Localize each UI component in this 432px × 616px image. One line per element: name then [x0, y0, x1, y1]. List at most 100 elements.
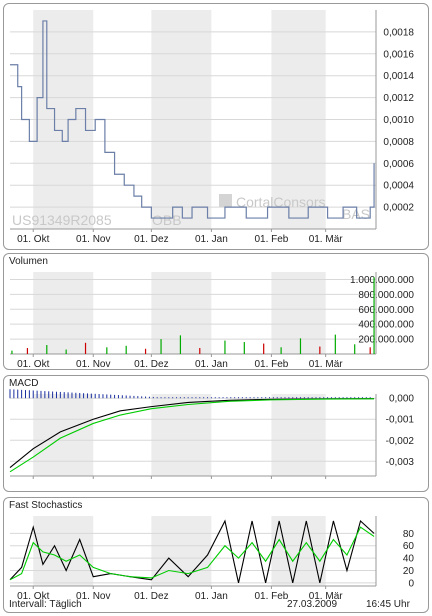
macd-histogram-bar [55, 391, 57, 399]
macd-histogram-bar [125, 395, 127, 399]
macd-histogram-bar [164, 397, 166, 399]
macd-histogram-bar [137, 396, 139, 399]
volume-x-tick-label: 01. Nov [76, 359, 110, 370]
volume-bar [11, 350, 13, 354]
price-y-tick-label: 0,0014 [383, 71, 414, 82]
price-y-tick-label: 0,0016 [383, 49, 414, 60]
macd-histogram-bar [210, 397, 212, 399]
macd-histogram-bar [207, 397, 209, 399]
macd-histogram-bar [71, 392, 73, 399]
macd-histogram-bar [145, 396, 147, 399]
macd-histogram-bar [350, 397, 352, 399]
volume-bar [369, 347, 371, 354]
macd-panel: MACD -0,003 -0,002 -0,001 0,000 [3, 375, 429, 492]
price-y-tick-label: 0,0010 [383, 115, 414, 126]
macd-chart: -0,003 -0,002 -0,001 0,000 [9, 389, 414, 479]
volume-month-shade [151, 272, 212, 354]
macd-histogram-bar [292, 397, 294, 399]
volume-chart: 200.000.000 400.000.000 600.000.000 800.000… [10, 272, 414, 370]
volume-panel: Volumen 200.000.000 400.000.000 600.000.00… [3, 253, 429, 370]
price-chart-panel: 0,0002 0,0004 0,0006 0,0008 0,0010 0,0012 0,00… [3, 3, 429, 250]
macd-histogram-bar [63, 392, 65, 399]
macd-histogram-bar [156, 397, 158, 399]
macd-histogram-bar [176, 397, 178, 399]
volume-bar [243, 342, 245, 354]
macd-histogram-bar [284, 397, 286, 399]
macd-histogram-bar [21, 389, 23, 399]
macd-histogram-bar [36, 390, 38, 399]
price-y-tick-label: 0,0008 [383, 137, 414, 148]
volume-x-tick-label: 01. Mär [309, 359, 344, 370]
price-x-tick-label: 01. Feb [254, 234, 288, 245]
macd-histogram-bar [48, 391, 50, 399]
volume-bar [125, 345, 127, 354]
macd-histogram-bar [90, 393, 92, 399]
macd-histogram-bar [98, 394, 100, 399]
macd-histogram-bar [172, 397, 174, 399]
macd-histogram-bar [94, 393, 96, 399]
macd-histogram-bar [195, 397, 197, 399]
macd-histogram-bar [296, 397, 298, 399]
macd-histogram-bar [265, 397, 267, 399]
volume-bar [160, 339, 162, 354]
macd-histogram-bar [114, 394, 116, 399]
macd-histogram-bar [230, 397, 232, 399]
volume-month-shade [271, 272, 326, 354]
macd-histogram-bar [330, 397, 332, 399]
price-y-tick-label: 0,0018 [383, 27, 414, 38]
macd-histogram-bar [191, 397, 193, 399]
macd-histogram-bar [245, 397, 247, 399]
volume-bar [299, 338, 302, 354]
macd-histogram-bar [268, 397, 270, 399]
watermark-logo-icon [219, 194, 232, 207]
macd-histogram-bar [86, 393, 88, 399]
macd-histogram-bar [75, 392, 77, 399]
macd-histogram-bar [315, 397, 317, 399]
watermark-brand-suffix: BAS [342, 206, 370, 222]
macd-histogram-bar [24, 390, 26, 399]
price-chart: 0,0002 0,0004 0,0006 0,0008 0,0010 0,0012 0,00… [10, 10, 414, 245]
macd-histogram-bar [272, 397, 274, 399]
stochastics-panel: Fast Stochastics 0 20 40 60 80 01. Okt 01. Nov… [3, 497, 429, 613]
price-y-tick-label: 0,0004 [383, 181, 414, 192]
stochastics-y-tick-label: 20 [403, 566, 415, 577]
macd-histogram-bar [327, 397, 329, 399]
stochastics-month-shade [151, 516, 212, 586]
volume-bar [26, 348, 29, 354]
macd-histogram-bar [40, 390, 42, 399]
price-y-tick-label: 0,0006 [383, 159, 414, 170]
macd-histogram-bar [102, 394, 104, 399]
stochastics-month-shade [271, 516, 326, 586]
macd-histogram-bar [168, 397, 170, 399]
volume-bar [354, 344, 356, 354]
macd-histogram-bar [226, 397, 228, 399]
volume-bar [179, 335, 182, 354]
macd-histogram-bar [52, 391, 54, 399]
macd-histogram-bar [276, 397, 278, 399]
macd-histogram-bar [323, 397, 325, 399]
macd-month-shade [151, 394, 212, 476]
watermark-exchange: OBB [152, 212, 182, 228]
macd-histogram-bar [160, 397, 162, 399]
macd-month-shade [33, 394, 94, 476]
volume-bar [199, 348, 201, 354]
footer-interval: Intervall: Täglich [9, 599, 82, 610]
macd-histogram-bar [199, 397, 201, 399]
volume-x-tick-label: 01. Dez [134, 359, 168, 370]
macd-histogram-bar [44, 391, 46, 399]
macd-histogram-bar [183, 397, 185, 399]
volume-bar [84, 342, 87, 354]
stochastics-y-tick-label: 40 [403, 554, 415, 565]
macd-histogram-bar [334, 397, 336, 399]
macd-histogram-bar [13, 389, 15, 399]
macd-histogram-bar [257, 397, 259, 399]
macd-histogram-bar [9, 389, 11, 399]
macd-histogram-bar [354, 397, 356, 399]
macd-histogram-bar [203, 397, 205, 399]
volume-bar [280, 347, 282, 354]
macd-histogram-bar [222, 397, 224, 399]
price-x-tick-label: 01. Okt [17, 234, 49, 245]
price-x-tick-label: 01. Nov [76, 234, 110, 245]
macd-histogram-bar [261, 397, 263, 399]
macd-histogram-bar [307, 397, 309, 399]
